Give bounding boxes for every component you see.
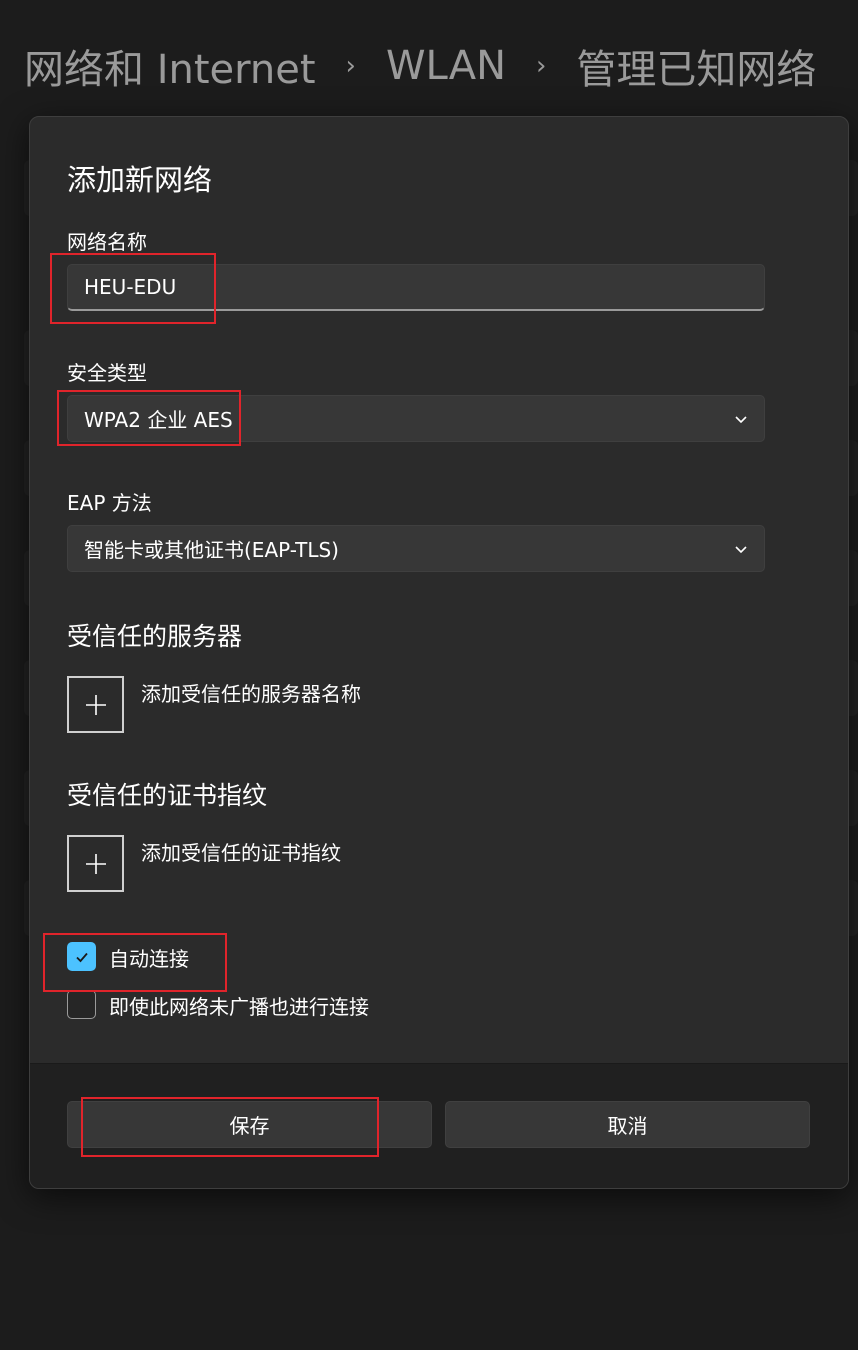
checkmark-icon (75, 952, 88, 962)
trusted-servers-title: 受信任的服务器 (67, 622, 243, 651)
breadcrumb-item-network[interactable]: 网络和 Internet (24, 37, 316, 95)
add-network-dialog: 添加新网络 网络名称 HEU-EDU 安全类型 WPA2 企业 AES EAP … (29, 116, 849, 1189)
breadcrumb-item-wlan[interactable]: WLAN (386, 43, 506, 89)
network-name-value: HEU-EDU (84, 275, 177, 299)
network-name-input[interactable]: HEU-EDU (67, 264, 765, 311)
add-trusted-server-button[interactable] (67, 676, 124, 733)
add-trusted-server-label: 添加受信任的服务器名称 (141, 682, 361, 706)
dialog-footer: 保存 取消 (30, 1063, 848, 1188)
eap-method-dropdown[interactable]: 智能卡或其他证书(EAP-TLS) (67, 525, 765, 572)
security-type-value: WPA2 企业 AES (84, 408, 233, 432)
plus-icon (85, 694, 106, 715)
add-trusted-fingerprint-button[interactable] (67, 835, 124, 892)
chevron-right-icon: › (345, 51, 356, 81)
auto-connect-label[interactable]: 自动连接 (109, 943, 189, 972)
plus-icon (85, 853, 106, 874)
cancel-button[interactable]: 取消 (445, 1101, 810, 1148)
security-type-dropdown[interactable]: WPA2 企业 AES (67, 395, 765, 442)
add-trusted-fingerprint-label: 添加受信任的证书指纹 (141, 841, 341, 865)
chevron-right-icon: › (536, 51, 547, 81)
network-name-label: 网络名称 (67, 230, 147, 254)
dialog-title: 添加新网络 (67, 163, 213, 197)
breadcrumb: 网络和 Internet › WLAN › 管理已知网络 (24, 36, 816, 96)
auto-connect-checkbox[interactable] (67, 942, 96, 971)
chevron-down-icon (735, 415, 747, 423)
eap-method-label: EAP 方法 (67, 491, 152, 515)
connect-hidden-checkbox[interactable] (67, 990, 96, 1019)
save-button[interactable]: 保存 (67, 1101, 432, 1148)
breadcrumb-item-known-networks: 管理已知网络 (576, 47, 817, 93)
chevron-down-icon (735, 545, 747, 553)
eap-method-value: 智能卡或其他证书(EAP-TLS) (84, 538, 339, 562)
security-type-label: 安全类型 (67, 361, 147, 385)
trusted-fingerprints-title: 受信任的证书指纹 (67, 781, 268, 810)
connect-hidden-label[interactable]: 即使此网络未广播也进行连接 (109, 991, 369, 1020)
